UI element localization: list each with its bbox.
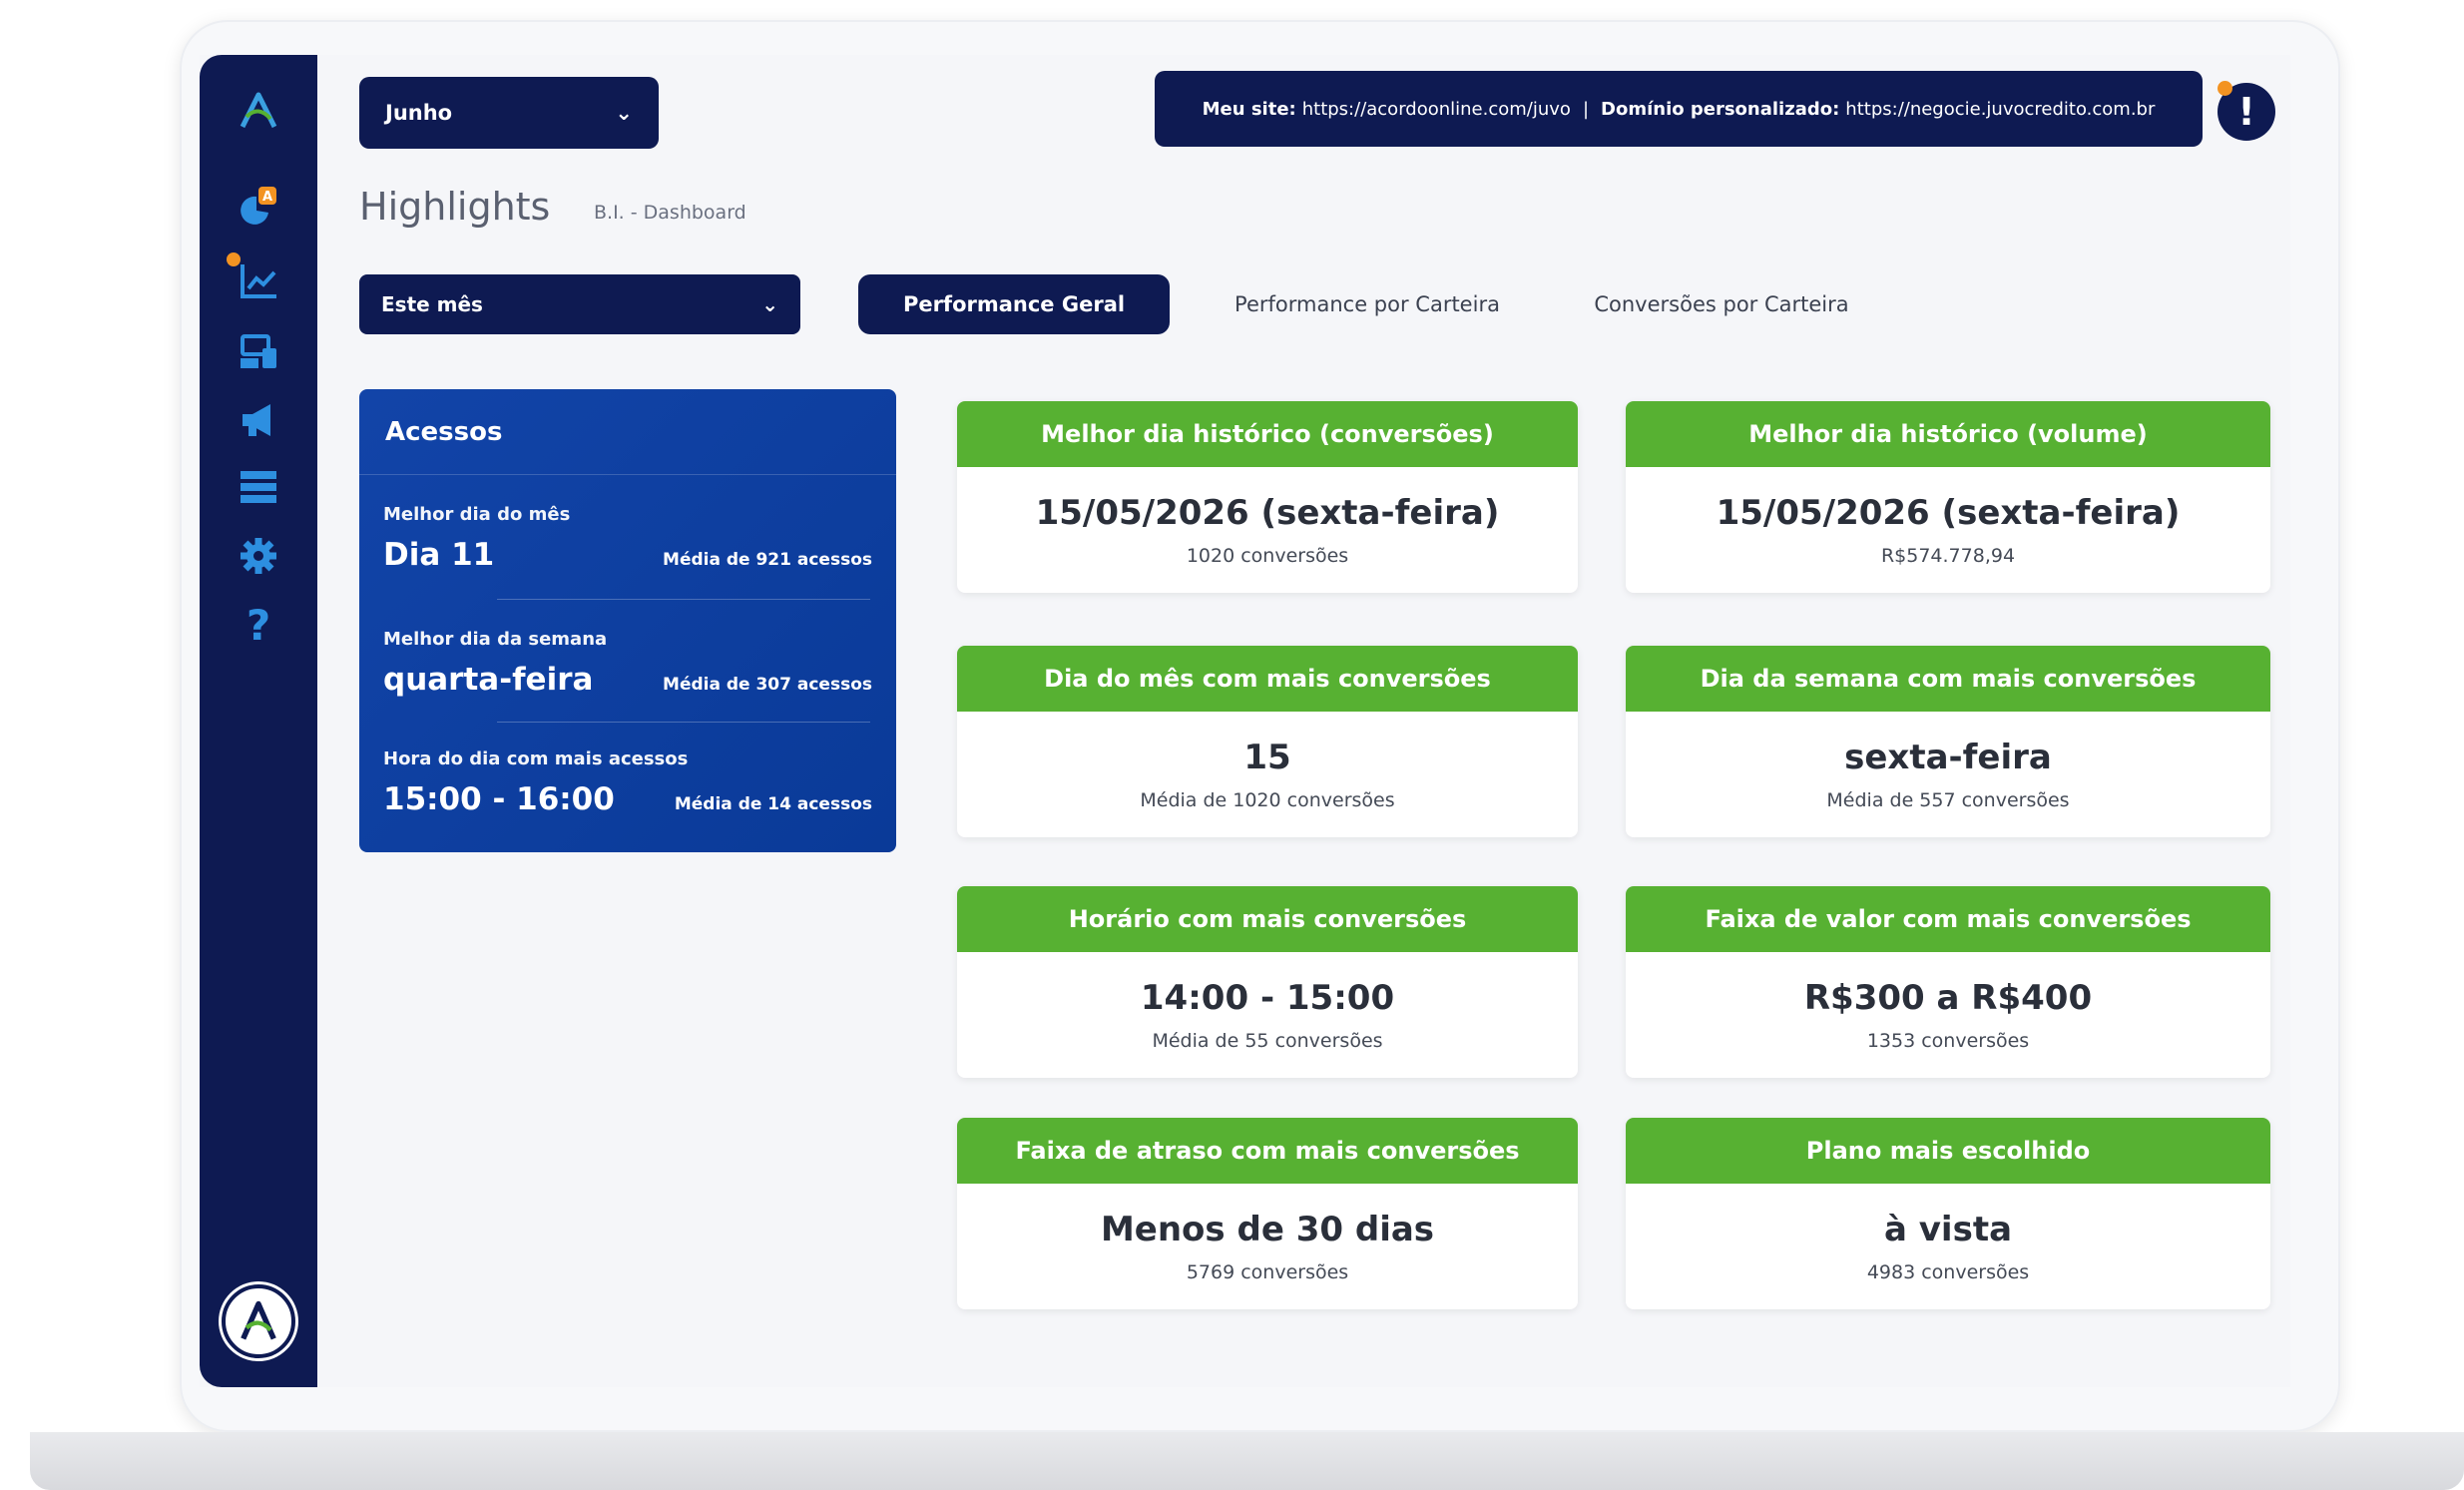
tab-performance-por-carteira[interactable]: Performance por Carteira bbox=[1198, 274, 1537, 334]
card-sub: Média de 557 conversões bbox=[1826, 789, 2070, 811]
domain-url-link[interactable]: https://negocie.juvocredito.com.br bbox=[1845, 99, 2155, 120]
card-title: Melhor dia histórico (conversões) bbox=[957, 401, 1578, 467]
acessos-row-sub: Média de 921 acessos bbox=[663, 550, 872, 570]
site-info-bar: Meu site: https://acordoonline.com/juvo … bbox=[1155, 71, 2203, 147]
month-select[interactable]: Junho ⌄ bbox=[359, 77, 659, 149]
card-value: Menos de 30 dias bbox=[1100, 1210, 1435, 1249]
dashboard-pie-icon[interactable]: A bbox=[231, 177, 286, 233]
acessos-row-label: Melhor dia do mês bbox=[383, 504, 571, 525]
card-melhor-dia-conversoes: Melhor dia histórico (conversões) 15/05/… bbox=[957, 401, 1578, 593]
card-sub: 1353 conversões bbox=[1866, 1030, 2030, 1052]
card-title: Plano mais escolhido bbox=[1626, 1118, 2270, 1184]
card-horario: Horário com mais conversões 14:00 - 15:0… bbox=[957, 886, 1578, 1078]
avatar-logo-icon bbox=[241, 1300, 276, 1340]
card-title: Faixa de atraso com mais conversões bbox=[957, 1118, 1578, 1184]
acessos-row-sub: Média de 307 acessos bbox=[663, 675, 872, 695]
card-value: 15/05/2026 (sexta-feira) bbox=[1716, 493, 2181, 533]
site-separator: | bbox=[1582, 98, 1590, 120]
card-title: Dia da semana com mais conversões bbox=[1626, 646, 2270, 712]
acessos-row-value: quarta-feira bbox=[383, 662, 594, 698]
devices-icon[interactable] bbox=[231, 324, 286, 380]
page-title: Highlights bbox=[359, 185, 551, 229]
card-dia-mes: Dia do mês com mais conversões 15 Média … bbox=[957, 646, 1578, 837]
acessos-row-label: Melhor dia da semana bbox=[383, 629, 608, 650]
svg-text:A: A bbox=[262, 190, 272, 205]
card-sub: Média de 1020 conversões bbox=[1140, 789, 1395, 811]
card-value: 15 bbox=[1243, 738, 1291, 777]
alert-notification-dot bbox=[2218, 81, 2232, 96]
card-faixa-atraso: Faixa de atraso com mais conversões Meno… bbox=[957, 1118, 1578, 1309]
svg-text:?: ? bbox=[246, 602, 270, 646]
avatar[interactable] bbox=[222, 1284, 295, 1358]
chevron-down-icon: ⌄ bbox=[615, 101, 633, 125]
megaphone-icon[interactable] bbox=[231, 392, 286, 448]
period-select-value: Este mês bbox=[381, 292, 483, 316]
card-title: Dia do mês com mais conversões bbox=[957, 646, 1578, 712]
card-value: sexta-feira bbox=[1844, 738, 2052, 777]
card-title: Melhor dia histórico (volume) bbox=[1626, 401, 2270, 467]
chevron-down-icon: ⌄ bbox=[761, 292, 778, 316]
acessos-row-sub: Média de 14 acessos bbox=[674, 794, 872, 814]
acessos-row: Melhor dia do mês Dia 11 Média de 921 ac… bbox=[383, 504, 872, 573]
alert-icon: ! bbox=[2237, 90, 2255, 134]
acessos-row-label: Hora do dia com mais acessos bbox=[383, 748, 689, 769]
card-value: 14:00 - 15:00 bbox=[1140, 978, 1395, 1018]
card-sub: Média de 55 conversões bbox=[1152, 1030, 1383, 1052]
sidebar: A ? bbox=[200, 55, 317, 1387]
acessos-divider bbox=[497, 599, 870, 600]
help-icon[interactable]: ? bbox=[231, 596, 286, 652]
card-value: R$300 a R$400 bbox=[1803, 978, 2093, 1018]
app-screen: A ? Junho ⌄ Meu site: https://acordoonli… bbox=[200, 55, 2290, 1387]
acessos-row: Hora do dia com mais acessos 15:00 - 16:… bbox=[383, 748, 872, 817]
card-faixa-valor: Faixa de valor com mais conversões R$300… bbox=[1626, 886, 2270, 1078]
site-url-link[interactable]: https://acordoonline.com/juvo bbox=[1302, 99, 1571, 120]
month-select-value: Junho bbox=[385, 101, 453, 125]
card-title: Horário com mais conversões bbox=[957, 886, 1578, 952]
breadcrumb: B.I. - Dashboard bbox=[594, 202, 746, 224]
card-sub: 5769 conversões bbox=[1186, 1261, 1349, 1283]
acessos-panel: Acessos Melhor dia do mês Dia 11 Média d… bbox=[359, 389, 896, 852]
acessos-row-value: Dia 11 bbox=[383, 537, 495, 573]
domain-label: Domínio personalizado: bbox=[1601, 98, 1840, 120]
tab-performance-geral[interactable]: Performance Geral bbox=[858, 274, 1170, 334]
card-sub: 1020 conversões bbox=[1186, 545, 1349, 567]
acessos-title: Acessos bbox=[359, 389, 896, 475]
acessos-row-value: 15:00 - 16:00 bbox=[383, 781, 615, 817]
card-melhor-dia-volume: Melhor dia histórico (volume) 15/05/2026… bbox=[1626, 401, 2270, 593]
card-plano: Plano mais escolhido à vista 4983 conver… bbox=[1626, 1118, 2270, 1309]
period-select[interactable]: Este mês ⌄ bbox=[359, 274, 800, 334]
card-sub: R$574.778,94 bbox=[1880, 545, 2016, 567]
card-sub: 4983 conversões bbox=[1866, 1261, 2030, 1283]
card-title: Faixa de valor com mais conversões bbox=[1626, 886, 2270, 952]
card-value: 15/05/2026 (sexta-feira) bbox=[1035, 493, 1500, 533]
acessos-row: Melhor dia da semana quarta-feira Média … bbox=[383, 629, 872, 698]
site-label: Meu site: bbox=[1202, 98, 1296, 120]
list-icon[interactable] bbox=[231, 459, 286, 515]
device-base bbox=[30, 1432, 2464, 1490]
alert-button[interactable]: ! bbox=[2218, 81, 2275, 141]
tab-conversoes-por-carteira[interactable]: Conversões por Carteira bbox=[1557, 274, 1886, 334]
acessos-divider bbox=[497, 722, 870, 723]
notification-dot bbox=[227, 252, 241, 266]
card-value: à vista bbox=[1883, 1210, 2013, 1249]
logo-icon[interactable] bbox=[231, 83, 286, 139]
gear-icon[interactable] bbox=[231, 528, 286, 584]
chart-line-icon[interactable] bbox=[227, 252, 286, 308]
card-dia-semana: Dia da semana com mais conversões sexta-… bbox=[1626, 646, 2270, 837]
